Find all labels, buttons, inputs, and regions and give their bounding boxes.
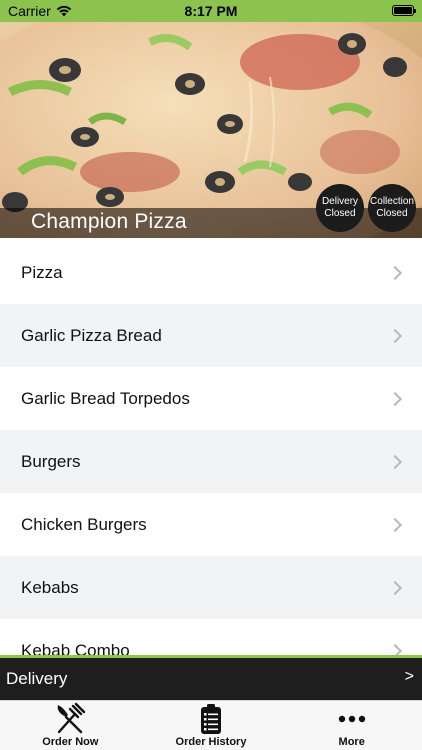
tab-label: More	[338, 736, 365, 748]
tab-order-now[interactable]: Order Now	[0, 701, 141, 750]
chevron-right-icon: >	[404, 668, 414, 685]
fork-knife-icon	[57, 702, 86, 733]
category-item-kebab-combo[interactable]: Kebab Combo	[0, 619, 422, 657]
chevron-right-icon	[387, 391, 403, 406]
clipboard-icon	[201, 703, 221, 734]
tab-label: Order History	[175, 736, 247, 748]
category-label: Chicken Burgers	[21, 514, 147, 534]
collection-status-badge: Collection Closed	[368, 184, 416, 232]
category-item-burgers[interactable]: Burgers	[0, 430, 422, 493]
chevron-right-icon	[387, 454, 403, 469]
delivery-badge-line1: Delivery	[321, 196, 359, 207]
tab-bar: Order Now Order History More	[0, 700, 422, 750]
category-item-garlic-pizza-bread[interactable]: Garlic Pizza Bread	[0, 304, 422, 367]
category-item-chicken-burgers[interactable]: Chicken Burgers	[0, 493, 422, 556]
category-list: Pizza Garlic Pizza Bread Garlic Bread To…	[0, 241, 422, 657]
chevron-right-icon	[387, 265, 403, 280]
chevron-right-icon	[387, 580, 403, 595]
collection-badge-line1: Collection	[370, 196, 414, 207]
category-item-pizza[interactable]: Pizza	[0, 241, 422, 304]
tab-label: Order Now	[42, 736, 99, 748]
status-time: 8:17 PM	[184, 3, 238, 19]
category-label: Garlic Pizza Bread	[21, 325, 162, 345]
battery-icon	[392, 5, 416, 16]
category-item-garlic-bread-torpedos[interactable]: Garlic Bread Torpedos	[0, 367, 422, 430]
delivery-mode-label: Delivery	[6, 669, 68, 688]
delivery-mode-bar[interactable]: Delivery >	[0, 655, 422, 700]
app-screen: Carrier 8:17 PM Champion Pizza Delivery …	[0, 0, 422, 750]
collection-badge-line2: Closed	[376, 208, 408, 219]
tab-order-history[interactable]: Order History	[141, 701, 282, 750]
delivery-badge-line2: Closed	[324, 208, 356, 219]
category-label: Pizza	[21, 262, 63, 282]
category-label: Burgers	[21, 451, 81, 471]
delivery-status-badge: Delivery Closed	[316, 184, 364, 232]
chevron-right-icon	[387, 517, 403, 532]
more-dots-icon	[338, 715, 365, 722]
category-label: Garlic Bread Torpedos	[21, 388, 190, 408]
store-name: Champion Pizza	[31, 210, 187, 233]
tab-more[interactable]: More	[281, 701, 422, 750]
chevron-right-icon	[387, 328, 403, 343]
category-label: Kebabs	[21, 577, 79, 597]
category-item-kebabs[interactable]: Kebabs	[0, 556, 422, 619]
hero-banner: Champion Pizza Delivery Closed Collectio…	[0, 22, 422, 238]
status-bar: Carrier 8:17 PM	[0, 0, 422, 22]
